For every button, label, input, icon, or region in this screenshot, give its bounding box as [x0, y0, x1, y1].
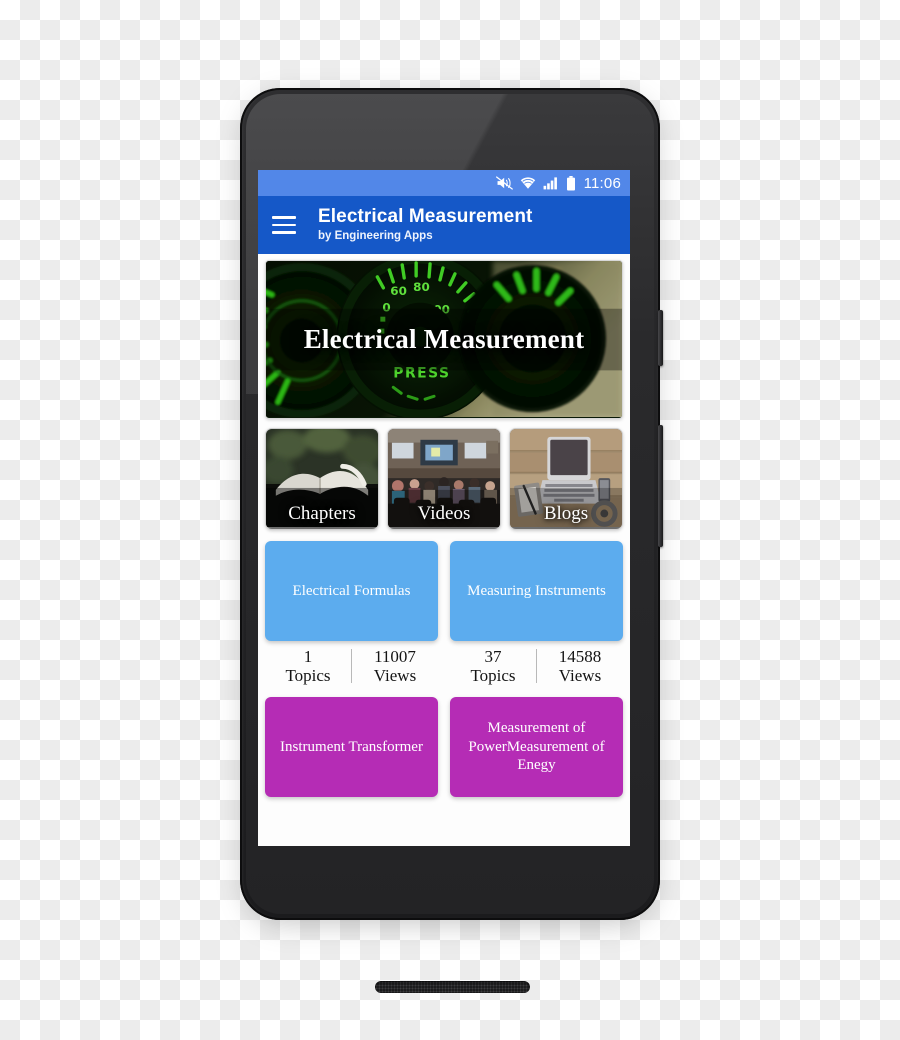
category-card-label: Videos: [417, 503, 471, 524]
views-count-cell: 14588 Views: [537, 647, 623, 685]
phone-body: 11:06 Electrical Measurement by Engineer…: [240, 88, 663, 993]
topic-tile-label: Measuring Instruments: [467, 582, 606, 599]
topics-count: 1: [303, 647, 313, 666]
category-card-videos[interactable]: Videos: [387, 428, 501, 530]
category-card-label: Chapters: [288, 503, 356, 524]
menu-line: [272, 216, 296, 219]
topics-label: Topics: [470, 666, 516, 686]
app-bar: Electrical Measurement by Engineering Ap…: [258, 196, 630, 254]
topic-stats: 1 Topics 11007 Views: [265, 647, 438, 685]
hamburger-menu-icon[interactable]: [272, 212, 298, 238]
views-count-cell: [537, 803, 623, 807]
views-count-cell: 11007 Views: [352, 647, 438, 685]
status-bar: 11:06: [258, 170, 630, 196]
views-label: Views: [558, 666, 602, 686]
cellular-signal-icon: [543, 177, 557, 190]
views-label: Views: [373, 666, 417, 686]
wifi-icon: [520, 177, 535, 189]
category-card-label: Blogs: [543, 503, 589, 524]
topic-column: Electrical Formulas 1 Topics 11007 Views: [265, 541, 438, 685]
topic-stats: 37 Topics 14588 Views: [450, 647, 623, 685]
topic-tile-label: Electrical Formulas: [292, 582, 411, 599]
app-bar-titles: Electrical Measurement by Engineering Ap…: [318, 206, 532, 243]
main-content: 60 80 0 100 20 140 20: [258, 254, 630, 846]
topic-tile-electrical-formulas[interactable]: Electrical Formulas: [265, 541, 438, 641]
topic-row: Electrical Formulas 1 Topics 11007 Views…: [265, 541, 623, 685]
topic-grid: Electrical Formulas 1 Topics 11007 Views…: [265, 541, 623, 807]
topic-tile-measuring-instruments[interactable]: Measuring Instruments: [450, 541, 623, 641]
app-subtitle: by Engineering Apps: [318, 230, 433, 243]
hero-title: Electrical Measurement: [303, 323, 585, 354]
topics-count-cell: 1 Topics: [265, 647, 351, 685]
topic-row: Instrument Transformer Measurement of Po…: [265, 697, 623, 807]
status-bar-clock: 11:06: [583, 174, 621, 192]
topic-tile-measurement-of-power[interactable]: Measurement of PowerMeasurement of Enegy: [450, 697, 623, 798]
views-count-cell: [352, 803, 438, 807]
category-card-chapters[interactable]: Chapters: [265, 428, 379, 530]
phone-screen: 11:06 Electrical Measurement by Engineer…: [258, 170, 630, 846]
topic-column: Measuring Instruments 37 Topics 14588 Vi…: [450, 541, 623, 685]
page-title: Electrical Measurement: [318, 206, 533, 228]
mute-vibrate-icon: [495, 176, 513, 190]
category-cards-row: Chapters Videos Blogs: [265, 428, 623, 530]
bottom-speaker-grille: [375, 981, 530, 993]
topics-count: 37: [484, 647, 502, 666]
topics-count-cell: [450, 803, 536, 807]
topics-count-cell: [265, 803, 351, 807]
views-count: 14588: [558, 647, 602, 666]
menu-line: [272, 231, 296, 234]
category-card-blogs[interactable]: Blogs: [509, 428, 623, 530]
topic-stats: [265, 803, 438, 807]
menu-line: [272, 223, 296, 227]
topic-column: Instrument Transformer: [265, 697, 438, 807]
topic-stats: [450, 803, 623, 807]
topic-tile-label: Instrument Transformer: [280, 738, 423, 755]
topics-label: Topics: [285, 666, 331, 686]
power-button[interactable]: [658, 310, 663, 366]
volume-rocker-button[interactable]: [658, 425, 663, 547]
topic-column: Measurement of PowerMeasurement of Enegy: [450, 697, 623, 807]
topic-tile-instrument-transformer[interactable]: Instrument Transformer: [265, 697, 438, 798]
hero-banner[interactable]: 60 80 0 100 20 140 20: [265, 260, 623, 419]
topics-count-cell: 37 Topics: [450, 647, 536, 685]
topic-tile-label: Measurement of PowerMeasurement of Enegy: [468, 719, 605, 774]
row-spacer: [265, 685, 623, 697]
phone-mockup: 11:06 Electrical Measurement by Engineer…: [240, 88, 663, 993]
battery-icon: [566, 175, 575, 190]
views-count: 11007: [374, 647, 416, 666]
